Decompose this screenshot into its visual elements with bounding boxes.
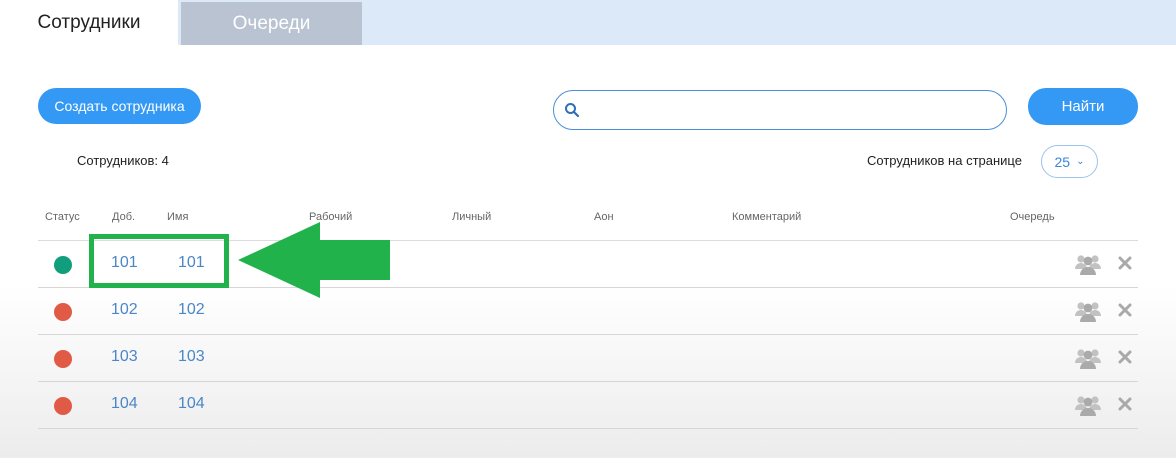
close-icon[interactable] [1118,350,1132,364]
table-row: 103 103 [38,335,1138,382]
per-page-value: 25 [1054,153,1071,170]
column-header-status: Статус [45,211,80,223]
employee-ext-link[interactable]: 103 [111,348,138,366]
column-header-ext[interactable]: Доб. [112,211,135,223]
employee-ext-link[interactable]: 104 [111,395,138,413]
per-page-label: Сотрудников на странице [867,153,1022,168]
employee-name-link[interactable]: 102 [178,301,205,319]
tab-employees[interactable]: Сотрудники [0,0,178,45]
users-group-icon[interactable] [1075,252,1101,276]
close-icon[interactable] [1118,256,1132,270]
column-header-queue: Очередь [1010,211,1055,223]
chevron-down-icon: ⌄ [1076,156,1085,167]
tab-queues[interactable]: Очереди [181,2,362,45]
status-indicator [54,397,72,415]
employee-name-link[interactable]: 104 [178,395,205,413]
employee-ext-link[interactable]: 102 [111,301,138,319]
column-header-name[interactable]: Имя [167,211,188,223]
close-icon[interactable] [1118,397,1132,411]
arrow-left-icon [238,222,390,298]
status-indicator [54,350,72,368]
status-indicator [54,303,72,321]
users-group-icon[interactable] [1075,346,1101,370]
search-icon [565,103,580,118]
column-header-personal: Личный [452,211,492,223]
table-row: 104 104 [38,382,1138,429]
employee-count: Сотрудников: 4 [77,153,169,168]
highlight-box [89,234,229,288]
find-button[interactable]: Найти [1028,88,1138,125]
status-indicator [54,256,72,274]
tabs-bar: Сотрудники Очереди [0,0,1176,45]
search-input[interactable] [588,95,992,127]
employee-name-link[interactable]: 103 [178,348,205,366]
column-header-comment: Комментарий [732,211,802,223]
search-box[interactable] [553,90,1007,130]
users-group-icon[interactable] [1075,393,1101,417]
users-group-icon[interactable] [1075,299,1101,323]
column-header-aon: Аон [594,211,614,223]
per-page-select[interactable]: 25 ⌄ [1041,145,1098,178]
create-employee-button[interactable]: Создать сотрудника [38,88,201,124]
table-row: 102 102 [38,288,1138,335]
close-icon[interactable] [1118,303,1132,317]
